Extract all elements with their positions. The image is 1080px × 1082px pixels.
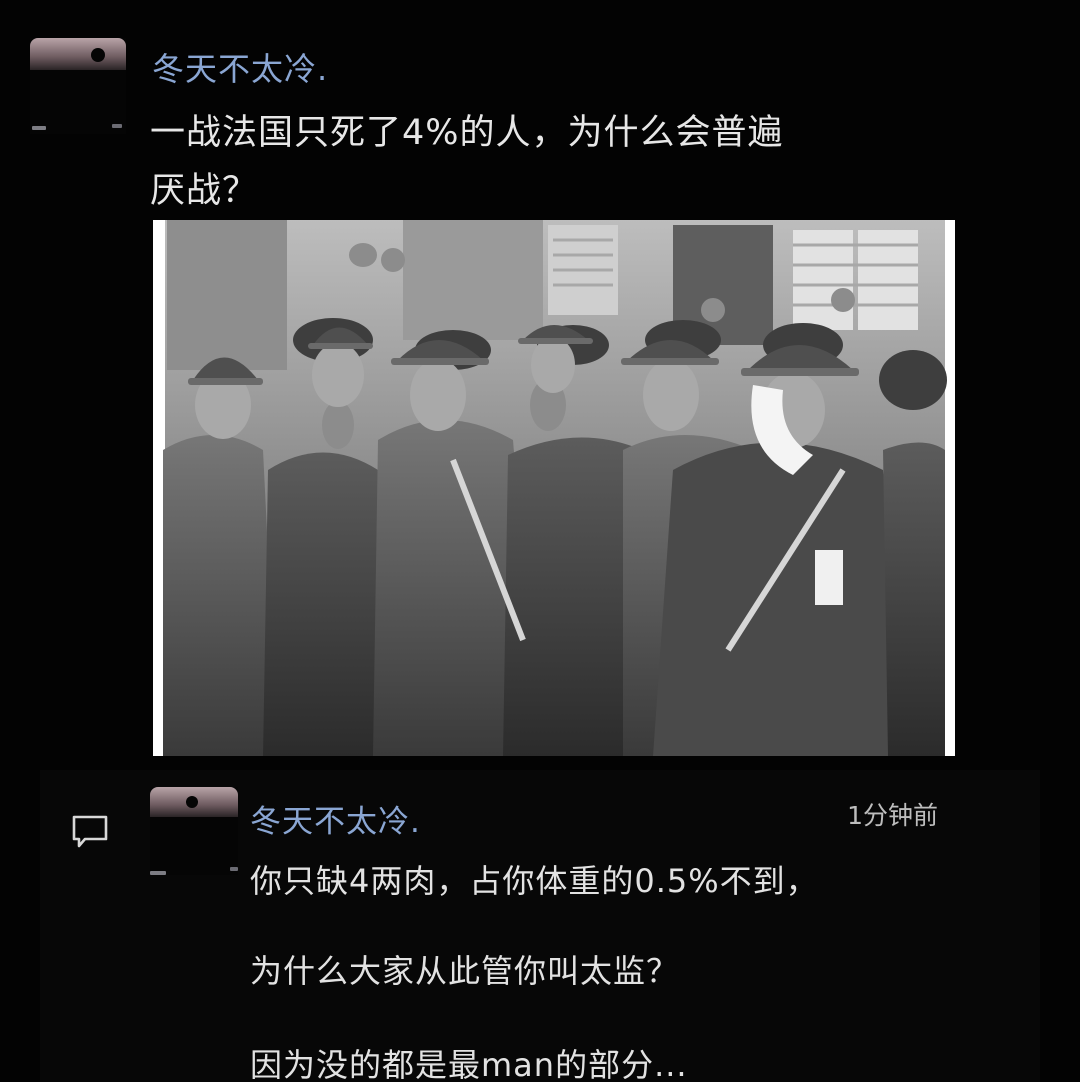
reply-avatar[interactable] (150, 787, 238, 875)
reply-text-line: 为什么大家从此管你叫太监？ (250, 952, 680, 990)
comment-icon[interactable] (70, 812, 110, 852)
reply-username[interactable]: 冬天不太冷. (250, 796, 421, 841)
reply-text-line: 你只缺4两肉，占你体重的0.5%不到， (250, 862, 819, 900)
page: 冬天不太冷. 一战法国只死了4%的人，为什么会普遍 厌战？ 冬天不太冷. 1分钟… (0, 0, 1080, 1082)
war-photo-illustration (163, 220, 947, 756)
post-text-line: 厌战？ (150, 171, 259, 211)
post-text-line: 一战法国只死了4%的人，为什么会普遍 (150, 113, 784, 153)
post-image[interactable] (153, 220, 955, 756)
post-text: 一战法国只死了4%的人，为什么会普遍 厌战？ (150, 104, 970, 220)
post-username[interactable]: 冬天不太冷. (152, 44, 328, 90)
avatar[interactable] (30, 38, 126, 134)
reply-timestamp: 1分钟前 (847, 801, 938, 830)
reply-text-line: 因为没的都是最man的部分... (250, 1046, 688, 1082)
